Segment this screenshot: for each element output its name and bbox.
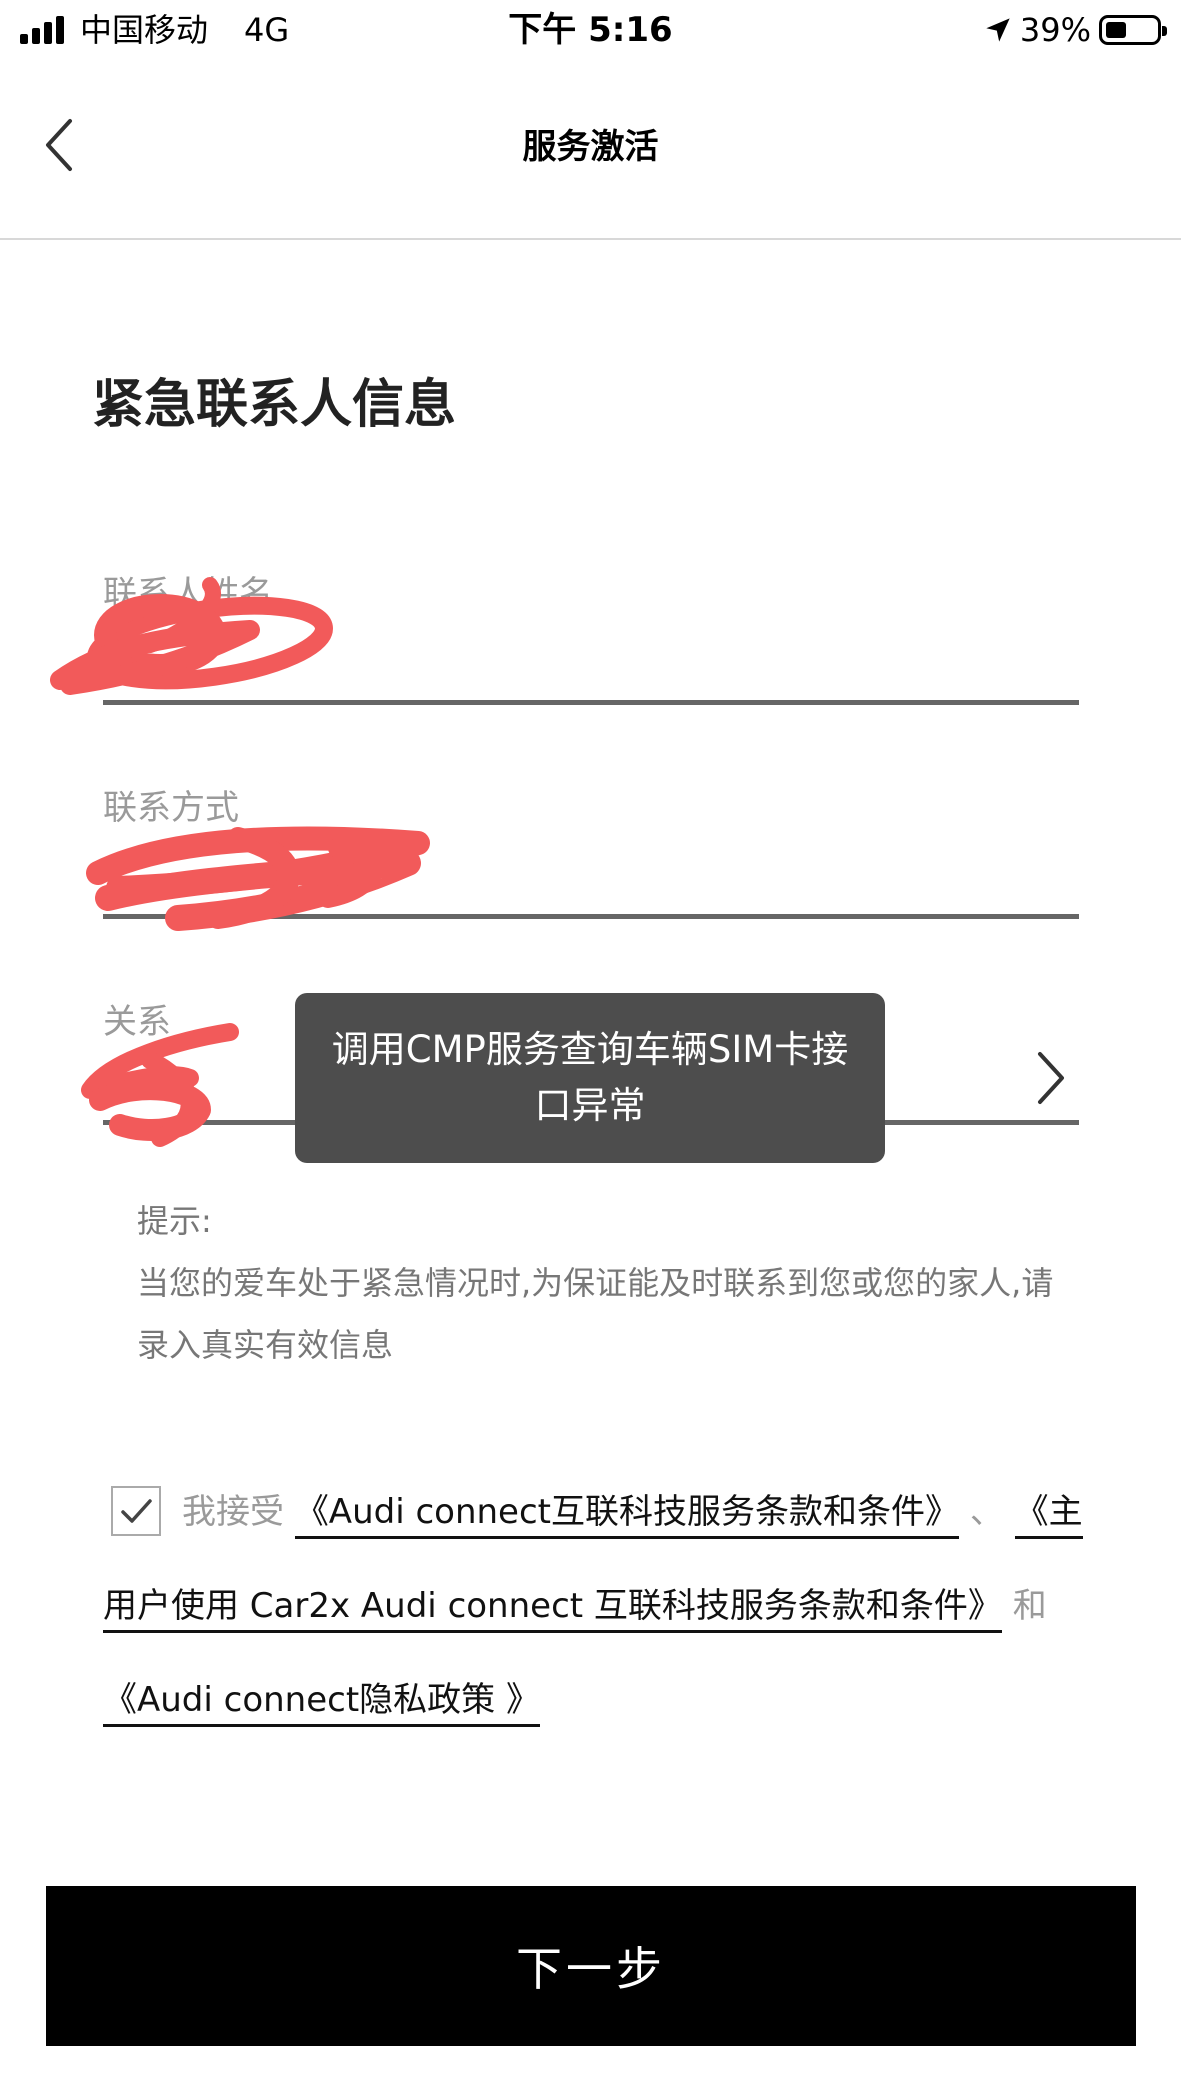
- redaction-scribble: [81, 1023, 239, 1147]
- status-right-group: 39%: [984, 8, 1167, 52]
- agree-prefix: 我接受: [182, 1492, 284, 1532]
- nav-divider: [0, 238, 1181, 240]
- next-step-button[interactable]: 下一步: [46, 1886, 1136, 2046]
- agree-and: 和: [1012, 1586, 1047, 1626]
- redaction-scribble: [86, 826, 430, 931]
- hint-body: 当您的爱车处于紧急情况时,为保证能及时联系到您或您的家人,请录入真实有效信息: [137, 1264, 1054, 1364]
- hint-title: 提示:: [137, 1202, 212, 1240]
- battery-fill: [1106, 22, 1126, 38]
- hint-block: 提示: 当您的爱车处于紧急情况时,为保证能及时联系到您或您的家人,请录入真实有效…: [137, 1190, 1057, 1376]
- chevron-right-icon[interactable]: [1030, 1050, 1070, 1106]
- agree-separator: 、: [969, 1492, 1004, 1532]
- agreement-line-2: 用户使用 Car2x Audi connect 互联科技服务条款和条件》 和: [103, 1581, 1047, 1633]
- toast-message: 调用CMP服务查询车辆SIM卡接口异常: [331, 1028, 849, 1127]
- location-arrow-icon: [986, 18, 1010, 42]
- battery-percent: 39%: [1019, 11, 1091, 49]
- terms-link[interactable]: 《Audi connect互联科技服务条款和条件》: [294, 1492, 959, 1539]
- status-bar: 中国移动 4G 下午 5:16 39%: [0, 0, 1181, 60]
- privacy-policy-link[interactable]: 《Audi connect隐私政策 》: [103, 1680, 540, 1727]
- error-toast: 调用CMP服务查询车辆SIM卡接口异常: [295, 993, 885, 1163]
- redaction-scribble: [50, 577, 333, 695]
- agreement-line-3: 《Audi connect隐私政策 》: [103, 1675, 540, 1727]
- agree-checkbox[interactable]: [111, 1486, 161, 1536]
- agreement-line-1: 我接受 《Audi connect互联科技服务条款和条件》 、 《主: [182, 1487, 1083, 1539]
- main-user-terms-link-start[interactable]: 《主: [1014, 1492, 1083, 1539]
- main-user-terms-link[interactable]: 用户使用 Car2x Audi connect 互联科技服务条款和条件》: [103, 1586, 1002, 1633]
- section-title: 紧急联系人信息: [92, 375, 457, 435]
- check-icon: [121, 1499, 152, 1523]
- battery-icon: [1099, 15, 1167, 45]
- page-title: 服务激活: [522, 127, 659, 167]
